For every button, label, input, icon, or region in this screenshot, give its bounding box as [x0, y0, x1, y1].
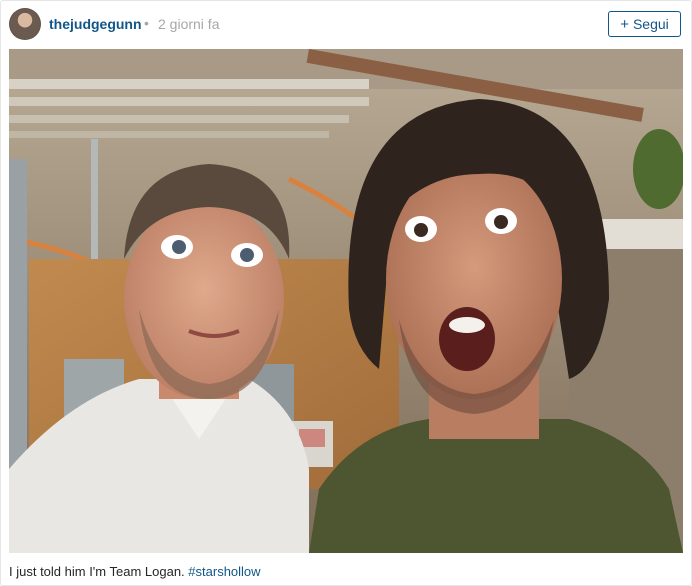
post-header: thejudgegunn • 2 giorni fa + Segui	[1, 1, 691, 49]
post-timestamp[interactable]: 2 giorni fa	[158, 16, 219, 32]
selfie-photo-icon	[9, 49, 683, 553]
plus-icon: +	[620, 15, 629, 33]
follow-button[interactable]: + Segui	[608, 11, 681, 37]
follow-label: Segui	[632, 16, 669, 32]
username-link[interactable]: thejudgegunn	[49, 16, 142, 32]
post-photo[interactable]	[9, 49, 683, 553]
post-card: thejudgegunn • 2 giorni fa + Segui I jus…	[0, 0, 692, 586]
post-caption: I just told him I'm Team Logan. #starsho…	[9, 564, 261, 579]
separator-dot: •	[144, 15, 149, 31]
hashtag-link[interactable]: #starshollow	[188, 564, 260, 579]
avatar[interactable]	[9, 8, 41, 40]
caption-text: I just told him I'm Team Logan.	[9, 564, 185, 579]
